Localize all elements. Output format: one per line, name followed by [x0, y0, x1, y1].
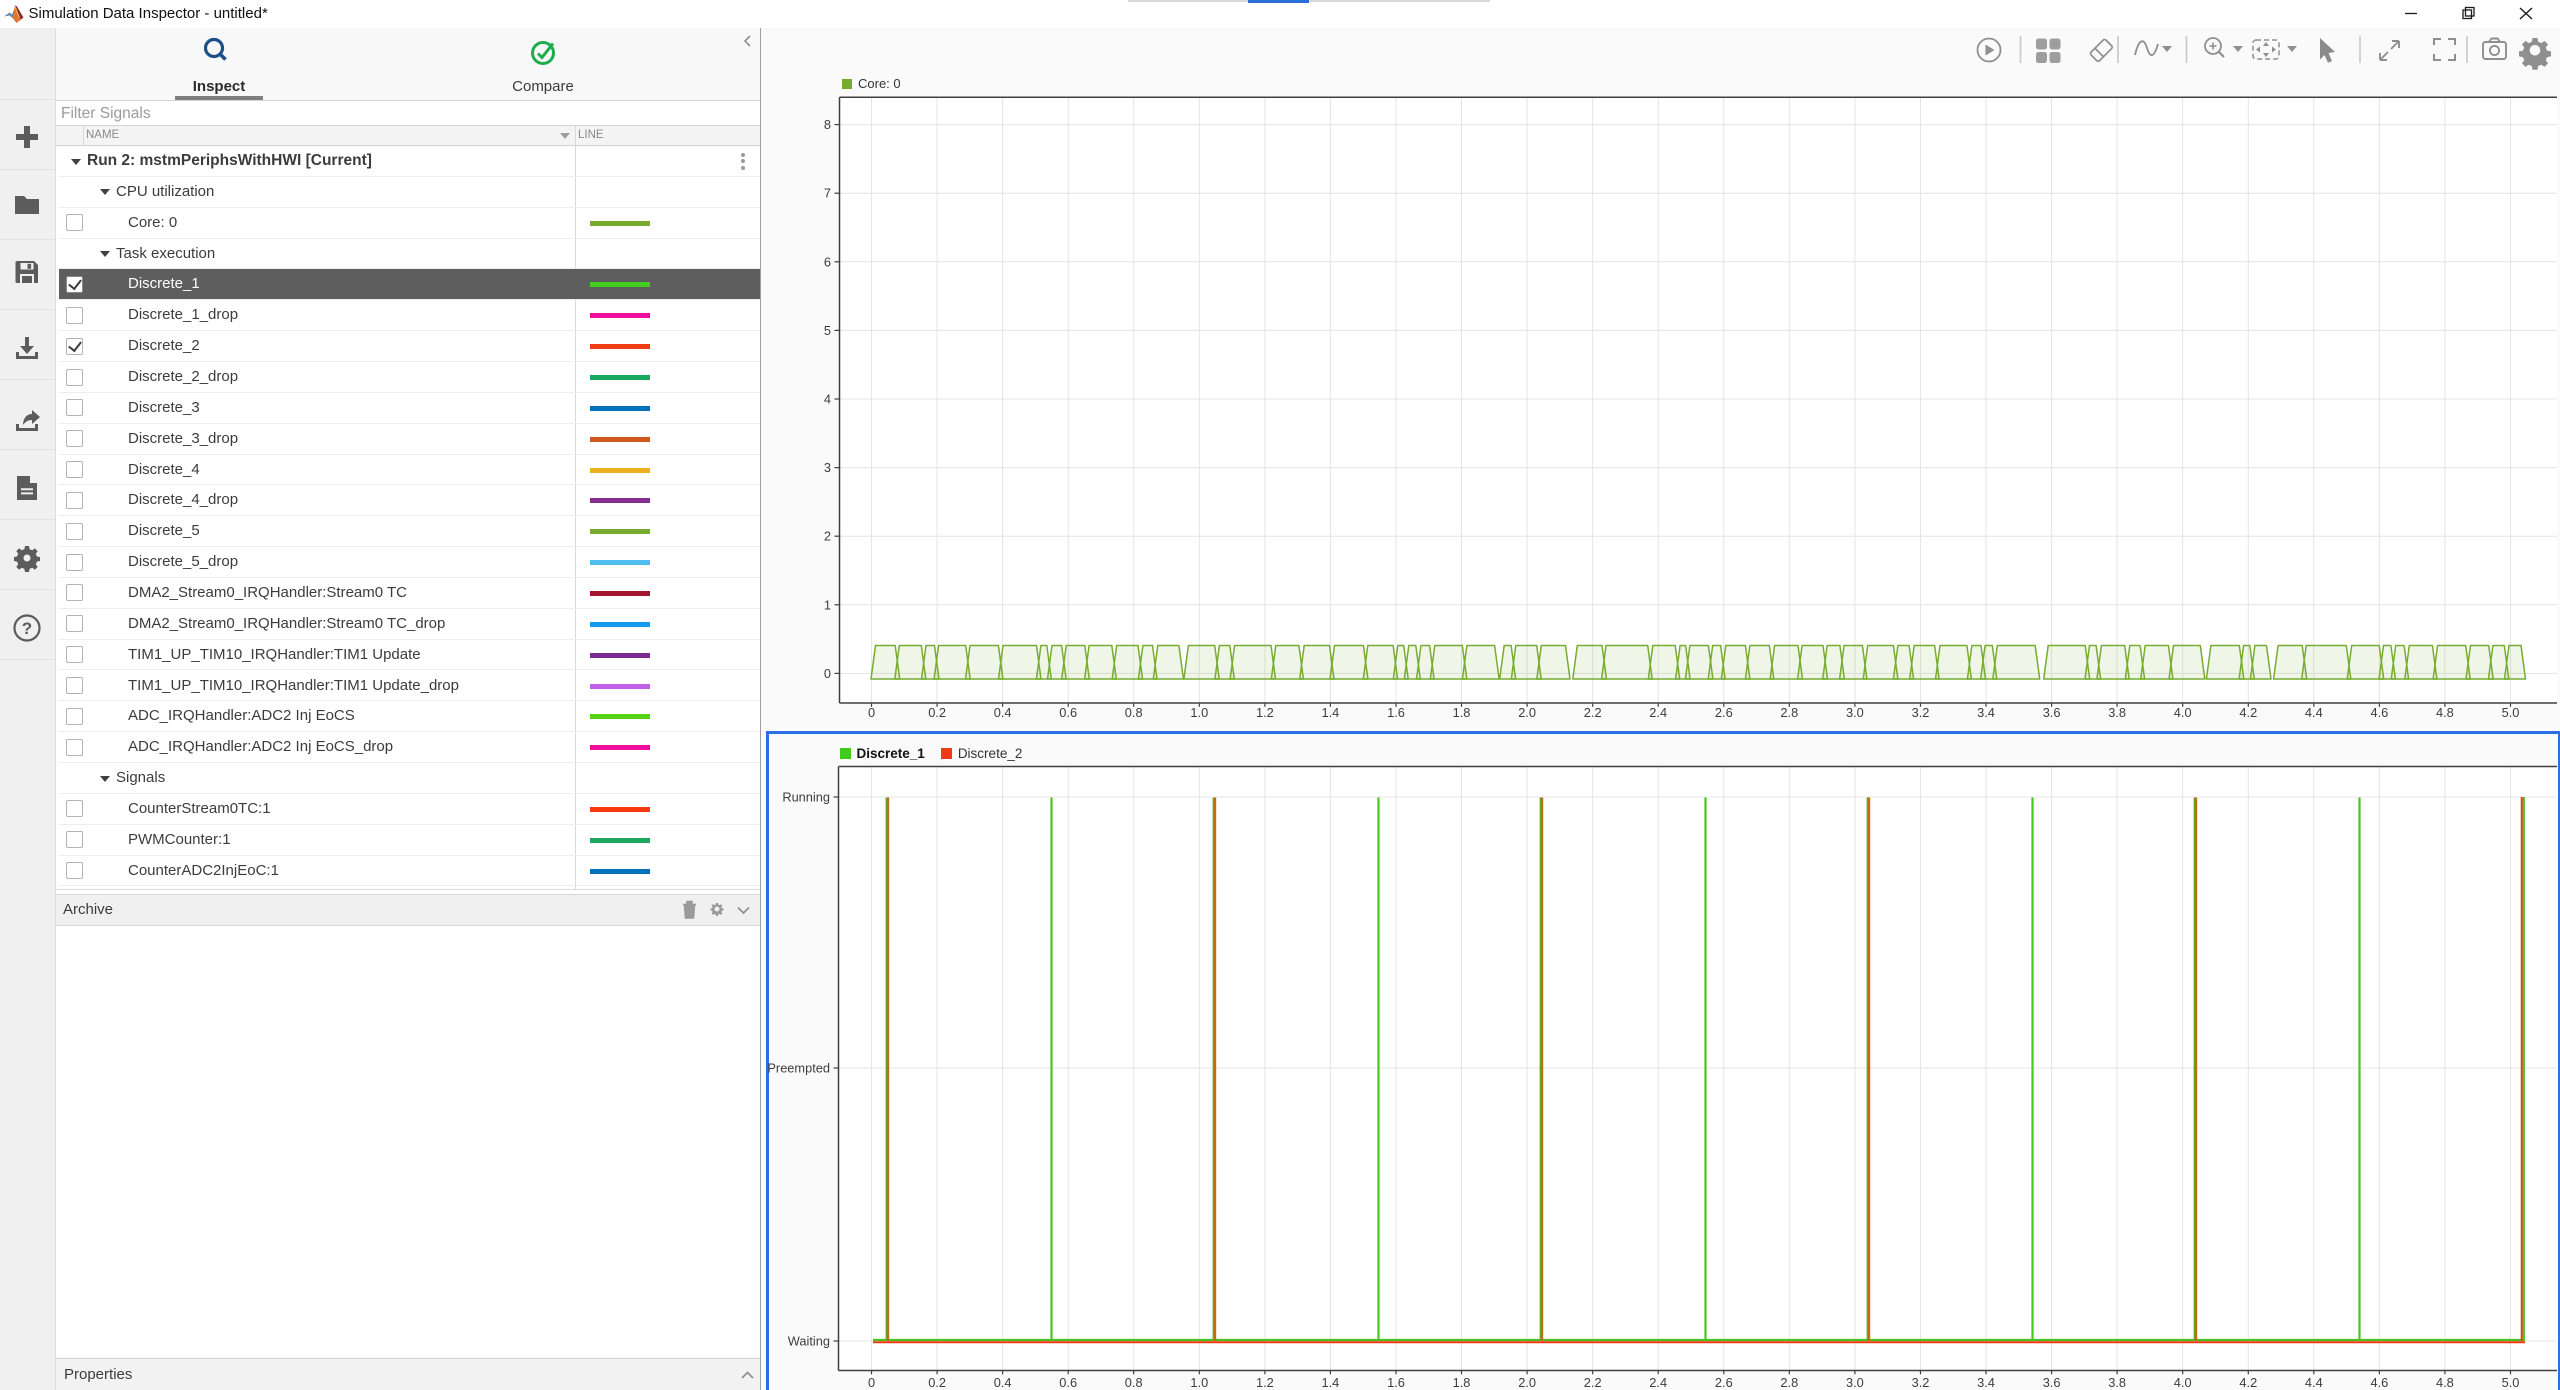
svg-text:0.4: 0.4 [994, 1375, 1012, 1390]
svg-text:1.0: 1.0 [1190, 1375, 1208, 1390]
svg-text:0.6: 0.6 [1059, 1375, 1077, 1390]
svg-text:1.6: 1.6 [1387, 1375, 1405, 1390]
svg-text:0: 0 [824, 666, 831, 681]
svg-text:4.2: 4.2 [2239, 705, 2257, 720]
svg-text:0.6: 0.6 [1059, 705, 1077, 720]
svg-text:2.8: 2.8 [1780, 705, 1798, 720]
svg-text:2.4: 2.4 [1649, 705, 1667, 720]
svg-text:3.2: 3.2 [1912, 705, 1930, 720]
svg-text:1.6: 1.6 [1387, 705, 1405, 720]
svg-text:1: 1 [824, 597, 831, 612]
svg-text:3.6: 3.6 [2043, 705, 2061, 720]
svg-text:Running: Running [782, 790, 830, 805]
svg-text:5: 5 [824, 323, 831, 338]
svg-text:4.4: 4.4 [2305, 705, 2323, 720]
svg-text:0.8: 0.8 [1125, 705, 1143, 720]
svg-text:3.8: 3.8 [2108, 1375, 2126, 1390]
svg-text:4.4: 4.4 [2305, 1375, 2323, 1390]
svg-text:0.8: 0.8 [1125, 1375, 1143, 1390]
svg-text:3.6: 3.6 [2043, 1375, 2061, 1390]
svg-text:2.8: 2.8 [1780, 1375, 1798, 1390]
svg-text:2.4: 2.4 [1649, 1375, 1667, 1390]
svg-text:0.2: 0.2 [928, 1375, 946, 1390]
svg-text:Waiting: Waiting [788, 1334, 830, 1349]
svg-text:2: 2 [824, 529, 831, 544]
svg-text:5.0: 5.0 [2502, 705, 2520, 720]
svg-text:4.0: 4.0 [2174, 705, 2192, 720]
svg-text:7: 7 [824, 186, 831, 201]
svg-text:1.4: 1.4 [1322, 705, 1340, 720]
svg-text:4.8: 4.8 [2436, 1375, 2454, 1390]
svg-text:4.2: 4.2 [2239, 1375, 2257, 1390]
svg-text:Preempted: Preempted [767, 1061, 830, 1076]
svg-text:0: 0 [868, 1375, 875, 1390]
svg-text:6: 6 [824, 254, 831, 269]
svg-text:3.2: 3.2 [1912, 1375, 1930, 1390]
svg-text:2.2: 2.2 [1584, 705, 1602, 720]
svg-text:8: 8 [824, 117, 831, 132]
svg-text:4.8: 4.8 [2436, 705, 2454, 720]
svg-text:3.8: 3.8 [2108, 705, 2126, 720]
svg-text:2.6: 2.6 [1715, 705, 1733, 720]
svg-text:3.4: 3.4 [1977, 705, 1995, 720]
svg-text:1.4: 1.4 [1322, 1375, 1340, 1390]
svg-text:0.4: 0.4 [994, 705, 1012, 720]
svg-text:1.8: 1.8 [1453, 1375, 1471, 1390]
svg-text:0: 0 [868, 705, 875, 720]
svg-text:3.0: 3.0 [1846, 705, 1864, 720]
svg-text:3: 3 [824, 460, 831, 475]
svg-text:5.0: 5.0 [2502, 1375, 2520, 1390]
svg-text:1.0: 1.0 [1190, 705, 1208, 720]
svg-text:2.2: 2.2 [1584, 1375, 1602, 1390]
svg-text:4.6: 4.6 [2371, 1375, 2389, 1390]
svg-text:2.6: 2.6 [1715, 1375, 1733, 1390]
svg-text:1.2: 1.2 [1256, 705, 1274, 720]
svg-text:1.2: 1.2 [1256, 1375, 1274, 1390]
svg-text:2.0: 2.0 [1518, 1375, 1536, 1390]
svg-text:4: 4 [824, 392, 831, 407]
svg-text:3.4: 3.4 [1977, 1375, 1995, 1390]
svg-text:0.2: 0.2 [928, 705, 946, 720]
svg-text:1.8: 1.8 [1453, 705, 1471, 720]
svg-text:4.0: 4.0 [2174, 1375, 2192, 1390]
svg-text:2.0: 2.0 [1518, 705, 1536, 720]
svg-text:3.0: 3.0 [1846, 1375, 1864, 1390]
svg-text:4.6: 4.6 [2371, 705, 2389, 720]
